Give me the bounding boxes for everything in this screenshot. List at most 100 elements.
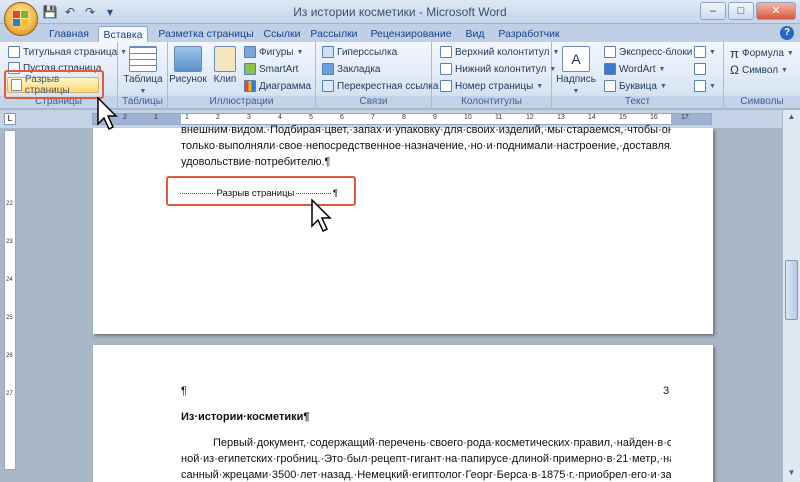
- object-icon: [694, 80, 706, 92]
- date-time-button[interactable]: [694, 63, 706, 75]
- vruler-tick-label: 23: [6, 239, 13, 245]
- mouse-pointer-icon: [311, 198, 332, 233]
- picture-button[interactable]: Рисунок: [168, 74, 208, 85]
- group-tables: Таблица ▼ Таблицы: [118, 42, 168, 108]
- page-number: 3: [663, 385, 670, 397]
- clip-button[interactable]: Клип: [210, 74, 240, 85]
- close-button[interactable]: ✕: [756, 2, 796, 20]
- cross-reference-button[interactable]: Перекрестная ссылка: [322, 80, 438, 92]
- scroll-up-icon[interactable]: ▲: [785, 112, 798, 124]
- tab-view[interactable]: Вид: [460, 26, 490, 42]
- smartart-button[interactable]: SmartArt: [244, 63, 298, 75]
- ruler-tick-label: 10: [464, 114, 472, 121]
- quick-parts-icon: [604, 46, 616, 58]
- tab-developer[interactable]: Разработчик: [494, 26, 564, 42]
- scroll-down-icon[interactable]: ▼: [785, 468, 798, 480]
- cross-reference-icon: [322, 80, 334, 92]
- textbox-icon: A: [562, 46, 590, 72]
- ruler-tick-label: 11: [495, 114, 503, 121]
- title-page-icon: [8, 46, 20, 58]
- group-symbols: π Формула ▼ Ω Символ ▼ Символы: [724, 42, 800, 108]
- omega-icon: Ω: [730, 63, 739, 77]
- ruler-tick-label: 4: [278, 114, 282, 121]
- group-label-symbols: Символы: [724, 96, 800, 108]
- group-header-footer: Верхний колонтитул ▼ Нижний колонтитул ▼ Н…: [432, 42, 559, 108]
- minimize-button[interactable]: –: [700, 2, 726, 20]
- textbox-button[interactable]: Надпись ▼: [554, 74, 598, 96]
- pi-icon: π: [730, 46, 739, 61]
- tab-review[interactable]: Рецензирование: [366, 26, 456, 42]
- title-page-button[interactable]: Титульная страница ▼: [8, 46, 127, 58]
- bookmark-button[interactable]: Закладка: [322, 63, 380, 75]
- ruler-tick-label: 15: [619, 114, 627, 121]
- table-button[interactable]: Таблица ▼: [118, 74, 168, 96]
- ruler-tick-label: 13: [557, 114, 565, 121]
- group-text: A Надпись▼ Экспресс-блоки▼ WordArt▼ Букв…: [552, 42, 724, 108]
- hyperlink-icon: [322, 46, 334, 58]
- signature-icon: [694, 46, 706, 58]
- heading: Из·истории·косметики¶: [181, 411, 310, 423]
- tab-insert[interactable]: Вставка: [98, 26, 148, 42]
- ruler-tick-label: 2: [216, 114, 220, 121]
- tab-home[interactable]: Главная: [44, 26, 94, 42]
- chart-icon: [244, 80, 256, 92]
- page-number-icon: [440, 80, 452, 92]
- tab-references[interactable]: Ссылки: [262, 26, 302, 42]
- document-page-2[interactable]: ¶ 3 Из·истории·косметики¶ Первый·докумен…: [93, 345, 713, 482]
- vertical-ruler[interactable]: 22 23 24 25 26 27: [4, 130, 16, 470]
- picture-icon: [174, 46, 202, 72]
- header-paragraph-mark: ¶: [181, 385, 187, 397]
- chart-button[interactable]: Диаграмма: [244, 80, 311, 92]
- header-button[interactable]: Верхний колонтитул ▼: [440, 46, 559, 58]
- ruler-tick-label: 2: [123, 114, 127, 121]
- group-label-header-footer: Колонтитулы: [432, 96, 551, 108]
- group-illustrations: Рисунок Клип Фигуры ▼ SmartArt Диаграмма …: [168, 42, 316, 108]
- object-button[interactable]: ▼: [694, 80, 716, 92]
- ruler-tick-label: 16: [650, 114, 658, 121]
- vertical-scrollbar[interactable]: ▲ ▼: [782, 110, 800, 482]
- group-label-text: Текст: [552, 96, 723, 108]
- group-label-tables: Таблицы: [118, 96, 167, 108]
- table-icon: [129, 46, 157, 72]
- window-title: Из истории косметики - Microsoft Word: [293, 5, 507, 19]
- title-bar: 💾 ↶ ↷ ▾ Из истории косметики - Microsoft…: [0, 0, 800, 24]
- page-number-button[interactable]: Номер страницы ▼: [440, 80, 543, 92]
- text-line: удовольствие·потребителю.¶: [181, 156, 331, 168]
- ruler-tick-label: 9: [433, 114, 437, 121]
- tab-page-layout[interactable]: Разметка страницы: [152, 26, 260, 42]
- ruler-tick-label: 5: [309, 114, 313, 121]
- wordart-button[interactable]: WordArt ▼: [604, 63, 665, 75]
- quick-parts-button[interactable]: Экспресс-блоки▼: [604, 46, 702, 58]
- footer-button[interactable]: Нижний колонтитул ▼: [440, 63, 556, 75]
- ruler-tick-label: 8: [402, 114, 406, 121]
- text-line: внешним·видом.·Подбирая·цвет,·запах·и·уп…: [181, 124, 671, 136]
- group-label-links: Связи: [316, 96, 431, 108]
- vruler-tick-label: 25: [6, 315, 13, 321]
- tab-mailings[interactable]: Рассылки: [306, 26, 362, 42]
- ribbon: Титульная страница ▼ Пустая страница Стра…: [0, 42, 800, 108]
- ruler-tick-label: 1: [154, 114, 158, 121]
- clip-icon: [214, 46, 236, 72]
- formula-button[interactable]: π Формула ▼: [730, 46, 794, 61]
- shapes-button[interactable]: Фигуры ▼: [244, 46, 303, 58]
- ruler-tick-label: 1: [185, 114, 189, 121]
- office-logo-icon: [13, 11, 29, 27]
- signature-line-button[interactable]: ▼: [694, 46, 716, 58]
- help-icon[interactable]: ?: [780, 26, 794, 40]
- tab-selector[interactable]: L: [4, 113, 16, 125]
- page-break-highlight: [4, 70, 104, 99]
- maximize-button[interactable]: □: [728, 2, 754, 20]
- ribbon-tabs: Главная Вставка Разметка страницы Ссылки…: [0, 24, 800, 42]
- smartart-icon: [244, 63, 256, 75]
- vruler-tick-label: 27: [6, 391, 13, 397]
- scroll-thumb[interactable]: [785, 260, 798, 320]
- document-page-1[interactable]: внешним·видом.·Подбирая·цвет,·запах·и·уп…: [93, 124, 713, 334]
- hyperlink-button[interactable]: Гиперссылка: [322, 46, 397, 58]
- text-line: ной·из·египетских·гробниц.·Это·был·рецеп…: [181, 453, 671, 465]
- office-button[interactable]: [4, 2, 38, 36]
- ruler-tick-label: 6: [340, 114, 344, 121]
- window-controls: – □ ✕: [700, 2, 796, 20]
- dropcap-button[interactable]: Буквица ▼: [604, 80, 667, 92]
- symbol-button[interactable]: Ω Символ ▼: [730, 63, 788, 77]
- ruler-tick-label: 17: [681, 114, 689, 121]
